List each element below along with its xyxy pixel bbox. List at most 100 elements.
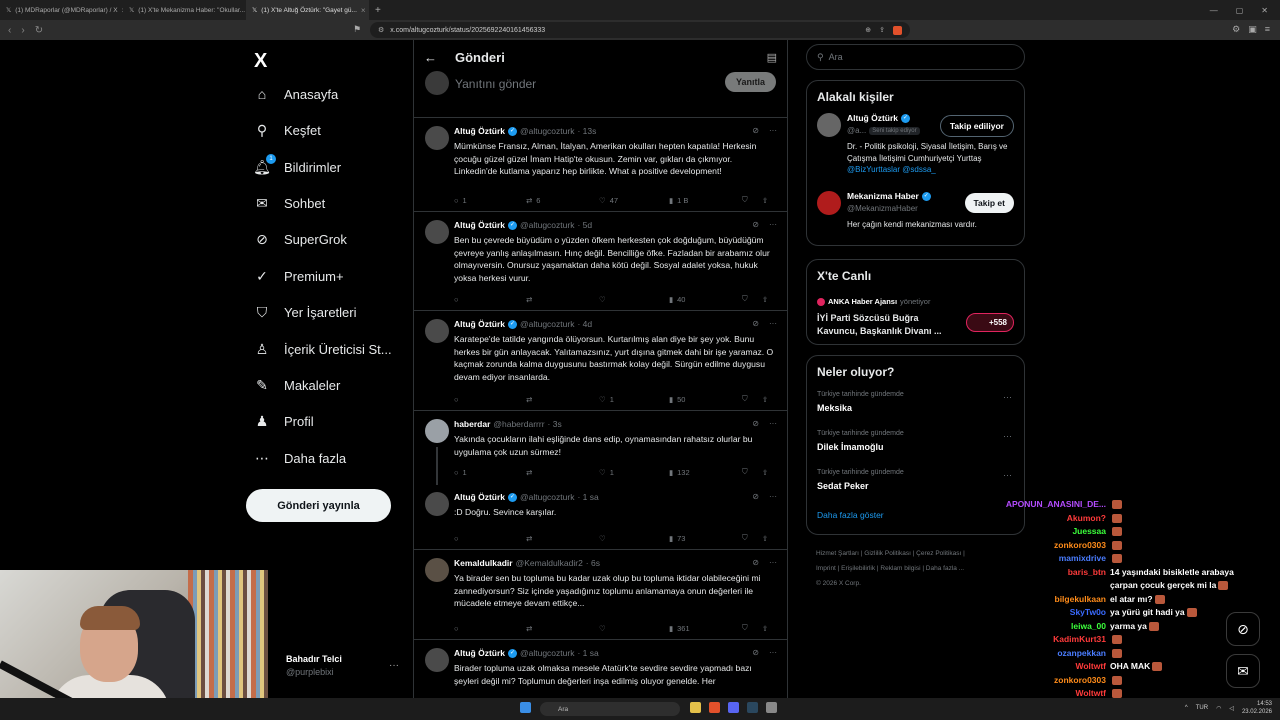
author-name[interactable]: Altuğ Öztürk	[454, 319, 505, 329]
repost-action[interactable]: ⇄	[526, 533, 599, 543]
chat-username[interactable]: ozanpekkan	[990, 647, 1106, 661]
related-person[interactable]: Altuğ Öztürk ✓ @a... Seni takip ediyor Tak…	[807, 113, 1024, 183]
reply-action[interactable]: ○	[454, 623, 526, 633]
reply-action[interactable]: ○ 1	[454, 195, 526, 205]
more-icon[interactable]: ···	[1003, 392, 1012, 402]
windows-start-icon[interactable]	[520, 702, 531, 713]
views-action[interactable]: ▮ 50	[669, 394, 742, 404]
author-handle[interactable]: @altugcozturk	[520, 220, 574, 230]
back-icon[interactable]: ‹	[8, 25, 11, 36]
share-icon[interactable]: ⇧	[762, 394, 768, 404]
app-icon[interactable]	[766, 702, 777, 713]
avatar[interactable]	[425, 419, 449, 443]
more-icon[interactable]: ···	[769, 126, 777, 135]
share-icon[interactable]: ⇧	[762, 623, 768, 633]
chat-username[interactable]: APONUN_ANASINI_DE...	[990, 498, 1106, 512]
more-icon[interactable]: ···	[769, 492, 777, 501]
like-action[interactable]: ♡ 47	[599, 195, 669, 205]
nav-profile[interactable]: ♟ Profil	[254, 413, 314, 429]
repost-action[interactable]: ⇄	[526, 394, 599, 404]
messages-fab-icon[interactable]: ✉	[1226, 654, 1260, 688]
nav-creator-studio[interactable]: ♙ İçerik Üreticisi St...	[254, 341, 392, 357]
author-handle[interactable]: @haberdarrrr	[493, 419, 544, 429]
tweet-time[interactable]: · 5d	[577, 220, 592, 230]
author-name[interactable]: Altuğ Öztürk	[454, 126, 505, 136]
author-handle[interactable]: @altugcozturk	[520, 492, 574, 502]
author-name[interactable]: Kemaldulkadir	[454, 558, 513, 568]
like-action[interactable]: ♡ 1	[599, 467, 669, 477]
avatar[interactable]	[425, 126, 449, 150]
author-name[interactable]: haberdar	[454, 419, 490, 429]
wifi-icon[interactable]: ◠	[1216, 705, 1221, 712]
avatar[interactable]	[425, 319, 449, 343]
nav-explore[interactable]: ⚲ Keşfet	[254, 122, 321, 138]
reply-action[interactable]: ○	[454, 533, 526, 543]
more-icon[interactable]: ···	[769, 558, 777, 567]
views-action[interactable]: ▮ 361	[669, 623, 742, 633]
tweet-time[interactable]: · 1 sa	[577, 492, 598, 502]
chat-username[interactable]: leiwa_00	[990, 620, 1106, 634]
more-icon[interactable]: ···	[769, 419, 777, 428]
repost-action[interactable]: ⇄ 6	[526, 195, 599, 205]
search-input[interactable]: ⚲ Ara	[806, 44, 1025, 70]
browser-tab-active[interactable]: 𝕏 (1) X'te Altuğ Öztürk: "Gayet gü... ×	[246, 0, 369, 20]
reply-action[interactable]: ○ 1	[454, 467, 526, 477]
share-icon[interactable]: ⇧	[762, 533, 768, 543]
repost-action[interactable]: ⇄	[526, 467, 599, 477]
maximize-icon[interactable]: ▢	[1236, 6, 1244, 15]
close-tab-icon[interactable]: ×	[361, 6, 366, 15]
share-icon[interactable]: ⇪	[879, 26, 885, 35]
reply-input[interactable]: Yanıtını gönder	[455, 77, 536, 91]
more-icon[interactable]: ···	[769, 220, 777, 229]
nav-notifications[interactable]: 🔔︎ 1 Bildirimler	[253, 154, 341, 175]
views-action[interactable]: ▮ 132	[669, 467, 742, 477]
avatar[interactable]	[425, 648, 449, 672]
follow-button[interactable]: Takip et	[964, 193, 1014, 213]
address-bar[interactable]: ⚙ x.com/altugcozturk/status/202569224016…	[370, 22, 910, 38]
input-language[interactable]: TUR	[1196, 705, 1208, 711]
chat-username[interactable]: zonkoro0303	[990, 539, 1106, 553]
zoom-icon[interactable]: ⊕	[865, 26, 871, 35]
tweet-time[interactable]: · 4d	[577, 319, 592, 329]
new-tab-button[interactable]: +	[369, 5, 387, 16]
tweet-time[interactable]: · 3s	[548, 419, 562, 429]
author-handle[interactable]: @altugcozturk	[520, 648, 574, 658]
nav-articles[interactable]: ✎ Makaleler	[254, 377, 340, 393]
trend-item[interactable]: Türkiye tarihinde gündemde Meksika ···	[807, 388, 1024, 427]
like-action[interactable]: ♡ 1	[599, 394, 669, 404]
views-action[interactable]: ▮ 73	[669, 533, 742, 543]
reply-button[interactable]: Yanıtla	[724, 72, 776, 92]
brave-icon[interactable]	[709, 702, 720, 713]
bookmark-icon[interactable]: ⛉	[742, 467, 762, 477]
nav-more[interactable]: ⋯ Daha fazla	[254, 450, 346, 466]
taskbar-search[interactable]: Ara	[540, 702, 680, 716]
author-handle[interactable]: @Kemaldulkadir2	[516, 558, 583, 568]
grok-icon[interactable]: ⊘	[752, 648, 759, 657]
more-icon[interactable]: ···	[1003, 470, 1012, 480]
more-icon[interactable]: ···	[769, 319, 777, 328]
chat-username[interactable]: baris_btn	[990, 566, 1106, 593]
tray-chevron-icon[interactable]: ^	[1185, 705, 1188, 711]
close-window-icon[interactable]: ✕	[1261, 6, 1268, 15]
extension-icon[interactable]: ⚙	[1232, 24, 1240, 35]
nav-chat[interactable]: ✉ Sohbet	[254, 195, 325, 211]
more-icon[interactable]: ···	[1003, 431, 1012, 441]
avatar[interactable]	[425, 220, 449, 244]
trend-item[interactable]: Türkiye tarihinde gündemde Dilek İmamoğlu…	[807, 427, 1024, 466]
reply-action[interactable]: ○	[454, 394, 526, 404]
chat-username[interactable]: zonkoro0303	[990, 674, 1106, 688]
reload-icon[interactable]: ↻	[35, 25, 43, 36]
x-logo-icon[interactable]: X	[254, 50, 267, 73]
bookmark-icon[interactable]: ⛉	[742, 533, 762, 543]
tweet[interactable]: Kemaldulkadir @Kemaldulkadir2 · 6s ⊘ ··· Ya b…	[414, 550, 787, 640]
steam-icon[interactable]	[747, 702, 758, 713]
share-icon[interactable]: ⇧	[762, 195, 768, 205]
post-button[interactable]: Gönderi yayınla	[246, 489, 391, 522]
tweet[interactable]: Altuğ Öztürk ✓ @altugcozturk · 1 sa ⊘ ···:D D…	[414, 484, 787, 550]
minimize-icon[interactable]: —	[1210, 6, 1218, 15]
grok-icon[interactable]: ⊘	[752, 319, 759, 328]
avatar[interactable]	[425, 492, 449, 516]
author-name[interactable]: Altuğ Öztürk	[454, 220, 505, 230]
volume-icon[interactable]: ◁	[1229, 705, 1234, 712]
browser-tab[interactable]: 𝕏(1) MDRaporlar (@MDRaporlar) / X×	[0, 0, 123, 20]
